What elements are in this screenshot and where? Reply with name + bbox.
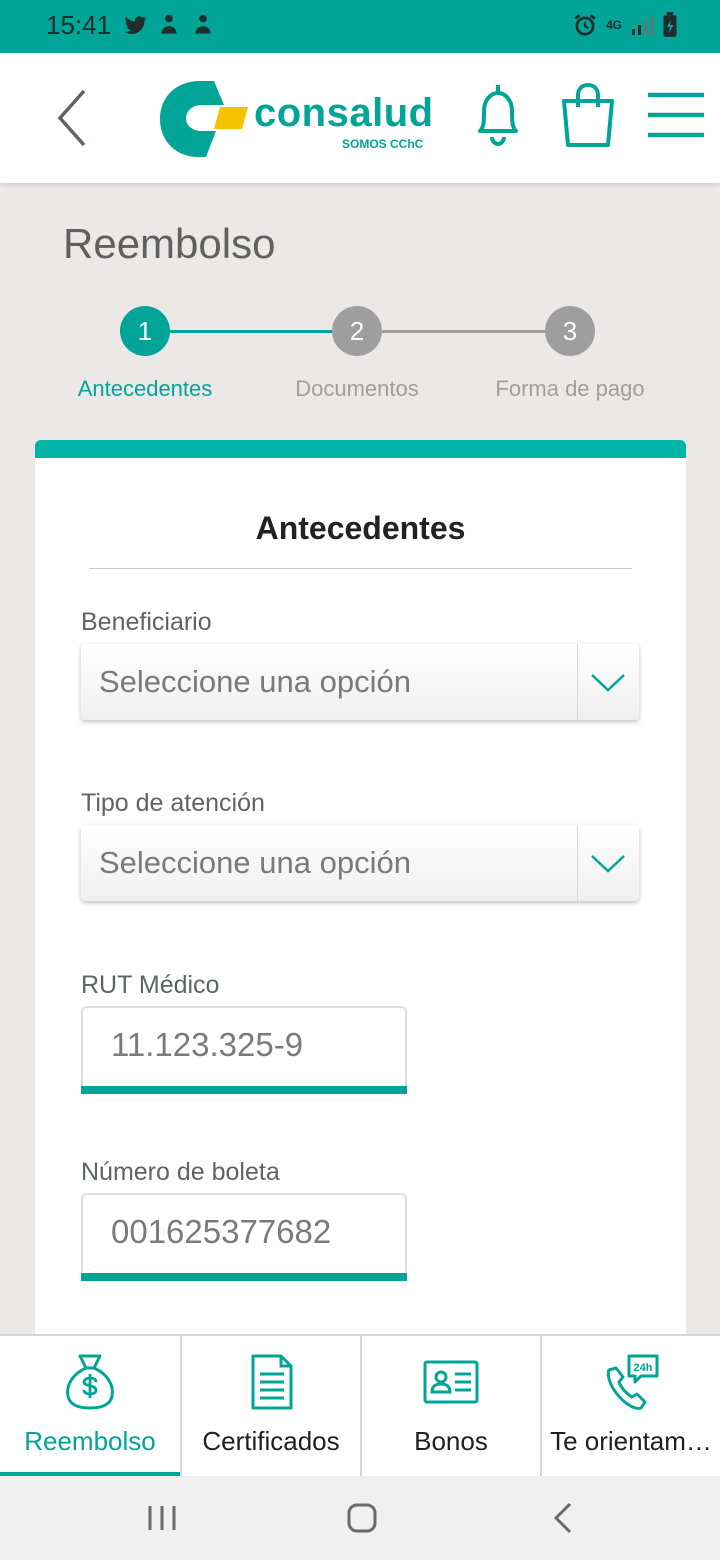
page-title: Reembolso [63, 220, 276, 267]
numero-boleta-value: 001625377682 [111, 1213, 332, 1250]
input-underline [81, 1086, 407, 1094]
nav-certificados[interactable]: Certificados [180, 1336, 360, 1478]
app-header: consalud SOMOS CChC [0, 53, 720, 183]
step-3-circle[interactable]: 3 [545, 306, 595, 356]
tipo-atencion-label: Tipo de atención [81, 789, 265, 817]
nav-reembolso-label: Reembolso [24, 1426, 156, 1456]
step-connector-2 [382, 330, 546, 333]
status-bar: 15:41 4G [0, 0, 720, 53]
bell-icon[interactable] [466, 79, 530, 151]
twitter-icon [124, 16, 147, 34]
system-navigation-bar [0, 1476, 720, 1560]
rut-medico-value: 11.123.325-9 [111, 1026, 304, 1063]
nav-te-orientamos-label: Te orientam… [550, 1426, 712, 1456]
menu-icon[interactable] [644, 79, 708, 151]
beneficiario-select[interactable]: Seleccione una opción [81, 644, 639, 720]
network-type: 4G [605, 18, 622, 32]
form-card: Antecedentes Beneficiario Seleccione una… [35, 440, 686, 1340]
rut-medico-input[interactable]: 11.123.325-9 [81, 1006, 407, 1094]
nav-te-orientamos[interactable]: 24h Te orientam… [540, 1336, 720, 1478]
signal-icon [632, 15, 653, 35]
tipo-atencion-select[interactable]: Seleccione una opción [81, 825, 639, 901]
document-icon [251, 1354, 293, 1410]
app-notification-icon-2 [195, 14, 211, 34]
money-bag-icon [66, 1354, 114, 1410]
beneficiario-label: Beneficiario [81, 608, 212, 636]
numero-boleta-label: Número de boleta [81, 1158, 280, 1186]
progress-stepper: 1 2 3 Antecedentes Documentos Forma de p… [0, 306, 720, 416]
home-icon[interactable] [342, 1498, 382, 1538]
step-connector-1 [168, 330, 334, 333]
id-card-icon [423, 1360, 479, 1404]
step-3-label: Forma de pago [495, 376, 645, 401]
chevron-down-icon [591, 674, 625, 692]
beneficiario-select-value: Seleccione una opción [99, 664, 411, 699]
step-1-circle[interactable]: 1 [120, 306, 170, 356]
svg-text:24h: 24h [634, 1362, 653, 1374]
numero-boleta-input[interactable]: 001625377682 [81, 1193, 407, 1281]
nav-reembolso[interactable]: Reembolso [0, 1336, 180, 1478]
form-divider [89, 568, 632, 569]
status-time: 15:41 [46, 10, 112, 40]
system-back-icon[interactable] [544, 1498, 584, 1538]
step-2-circle[interactable]: 2 [332, 306, 382, 356]
logo-subtitle: SOMOS CChC [342, 137, 424, 151]
phone-24h-icon: 24h [606, 1354, 659, 1410]
recent-apps-icon[interactable] [142, 1498, 182, 1538]
form-title: Antecedentes [255, 510, 466, 546]
chevron-down-icon [591, 855, 625, 873]
consalud-logo: consalud SOMOS CChC [158, 79, 433, 159]
rut-medico-label: RUT Médico [81, 971, 220, 999]
logo-mark [160, 81, 248, 157]
shopping-bag-icon[interactable] [556, 79, 620, 151]
step-2-label: Documentos [295, 376, 419, 401]
back-icon[interactable] [50, 83, 100, 153]
battery-icon [663, 12, 677, 37]
step-1-label: Antecedentes [77, 376, 213, 401]
select-separator [577, 644, 578, 720]
nav-bonos[interactable]: Bonos [360, 1336, 540, 1478]
logo-text: consalud [254, 91, 434, 135]
bottom-navigation: Reembolso Certificados Bonos 24h Te orie… [0, 1334, 720, 1478]
tipo-atencion-select-value: Seleccione una opción [99, 845, 411, 880]
app-notification-icon [161, 14, 177, 34]
input-underline [81, 1273, 407, 1281]
select-separator [577, 825, 578, 901]
nav-certificados-label: Certificados [202, 1426, 340, 1456]
nav-bonos-label: Bonos [414, 1426, 488, 1456]
alarm-icon [574, 14, 596, 36]
